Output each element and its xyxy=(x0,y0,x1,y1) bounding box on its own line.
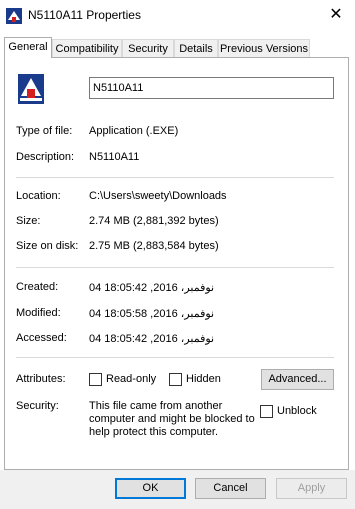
location-value: C:\Users\sweety\Downloads xyxy=(89,190,227,202)
unblock-label: Unblock xyxy=(277,405,317,417)
size-value: 2.74 MB (2,881,392 bytes) xyxy=(89,215,219,227)
attributes-label: Attributes: xyxy=(16,373,66,385)
tab-previous-versions[interactable]: Previous Versions xyxy=(218,39,310,57)
hidden-checkbox[interactable] xyxy=(169,373,182,386)
modified-value: 04 نوفمبر، 2016, 18:05:58 xyxy=(89,308,215,320)
divider xyxy=(16,177,334,178)
unblock-checkbox[interactable] xyxy=(260,405,273,418)
cancel-button[interactable]: Cancel xyxy=(195,478,266,499)
tab-compatibility[interactable]: Compatibility xyxy=(52,39,122,57)
apply-button[interactable]: Apply xyxy=(276,478,347,499)
ok-button[interactable]: OK xyxy=(115,478,186,499)
location-label: Location: xyxy=(16,190,61,202)
description-label: Description: xyxy=(16,151,75,163)
tab-details[interactable]: Details xyxy=(174,39,218,57)
created-label: Created: xyxy=(16,281,59,293)
size-on-disk-value: 2.75 MB (2,883,584 bytes) xyxy=(89,240,219,252)
file-name-field[interactable]: N5110A11 xyxy=(89,77,334,99)
readonly-label: Read-only xyxy=(106,373,157,385)
application-icon xyxy=(6,8,22,24)
tab-general[interactable]: General xyxy=(4,37,52,58)
created-value: 04 نوفمبر، 2016, 18:05:42 xyxy=(89,282,215,294)
title-bar: N5110A11 Properties ✕ xyxy=(0,0,355,31)
type-of-file-value: Application (.EXE) xyxy=(89,125,179,137)
size-on-disk-label: Size on disk: xyxy=(16,240,79,252)
readonly-checkbox[interactable] xyxy=(89,373,102,386)
hidden-label: Hidden xyxy=(186,373,221,385)
security-label: Security: xyxy=(16,400,59,412)
security-message: This file came from another computer and… xyxy=(89,400,255,438)
modified-label: Modified: xyxy=(16,307,61,319)
file-icon xyxy=(18,74,44,104)
tab-security[interactable]: Security xyxy=(122,39,174,57)
size-label: Size: xyxy=(16,215,41,227)
window-title: N5110A11 Properties xyxy=(28,8,141,22)
accessed-label: Accessed: xyxy=(16,332,67,344)
divider xyxy=(16,357,334,358)
description-value: N5110A11 xyxy=(89,151,140,163)
advanced-button[interactable]: Advanced... xyxy=(261,369,334,390)
close-icon[interactable]: ✕ xyxy=(324,5,348,25)
accessed-value: 04 نوفمبر، 2016, 18:05:42 xyxy=(89,333,215,345)
type-of-file-label: Type of file: xyxy=(16,125,73,137)
divider xyxy=(16,267,334,268)
